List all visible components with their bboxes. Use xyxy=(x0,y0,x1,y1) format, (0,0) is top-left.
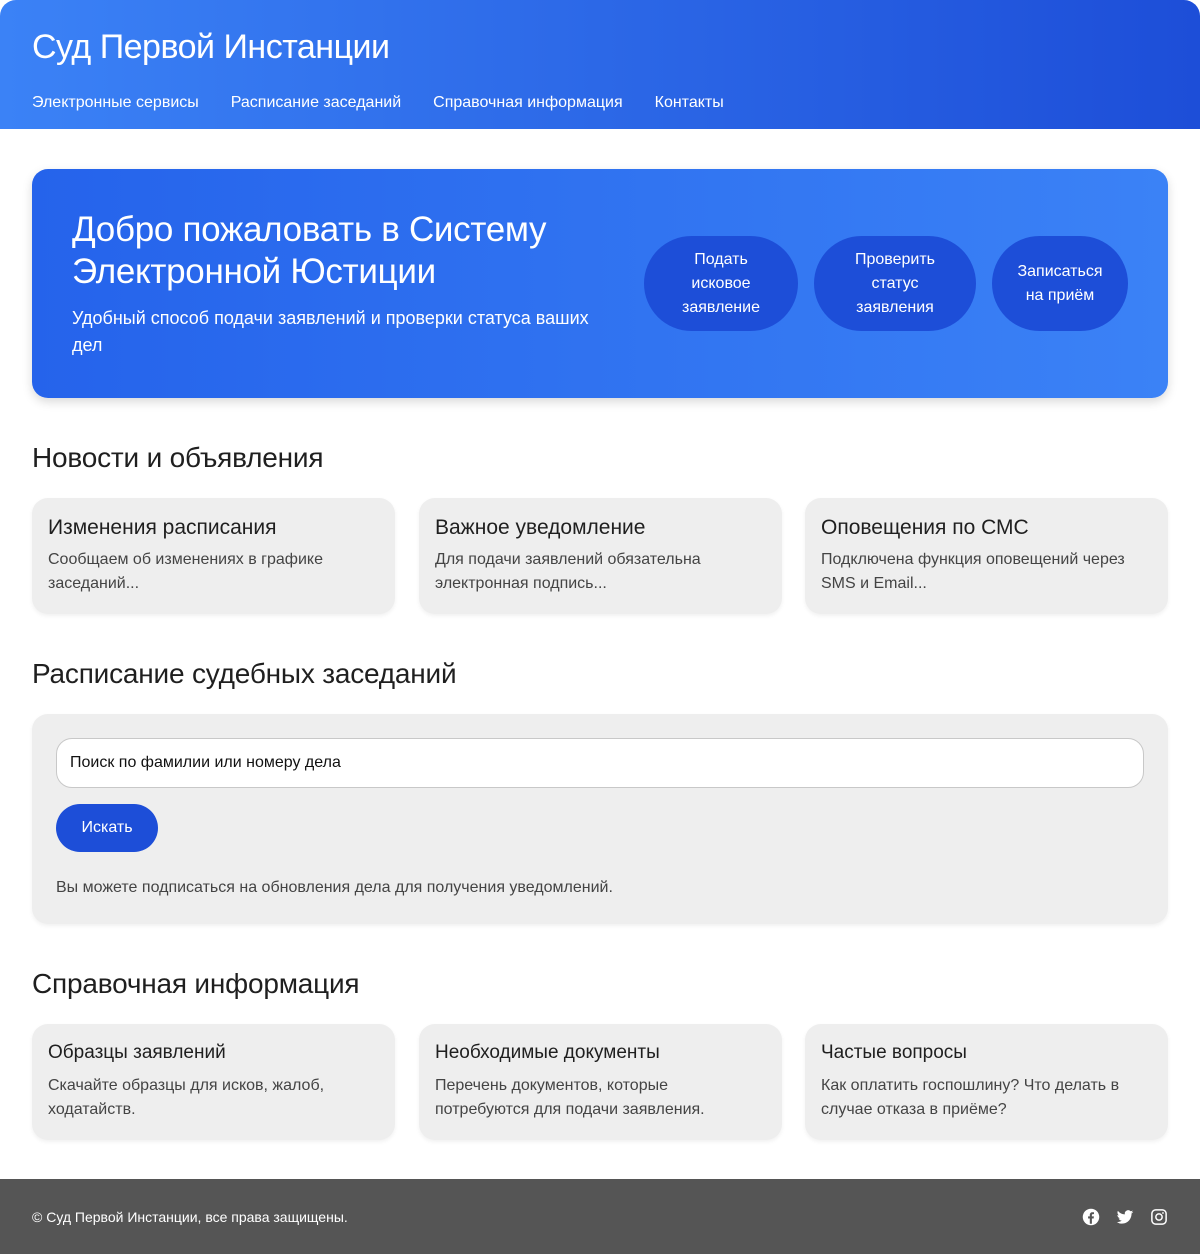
reference-card-text: Перечень документов, которые потребуются… xyxy=(435,1077,705,1118)
schedule-section-title: Расписание судебных заседаний xyxy=(32,658,457,689)
site-title: Суд Первой Инстанции xyxy=(32,28,390,66)
file-claim-button[interactable]: Подать исковое заявление xyxy=(644,236,798,331)
schedule-search-panel: Искать Вы можете подписаться на обновлен… xyxy=(32,714,1168,924)
news-card-text: Подключена функция оповещений через SMS … xyxy=(821,551,1125,592)
reference-card[interactable]: Частые вопросы Как оплатить госпошлину? … xyxy=(805,1024,1168,1140)
site-header: Суд Первой Инстанции Электронные сервисы… xyxy=(0,0,1200,129)
hero-actions: Подать исковое заявление Проверить стату… xyxy=(644,236,1128,331)
nav-contacts[interactable]: Контакты xyxy=(655,93,724,113)
nav-electronic-services[interactable]: Электронные сервисы xyxy=(32,93,199,113)
twitter-icon[interactable] xyxy=(1116,1208,1134,1226)
news-card-text: Для подачи заявлений обязательна электро… xyxy=(435,551,701,592)
news-section-title: Новости и объявления xyxy=(32,442,324,473)
news-card[interactable]: Важное уведомление Для подачи заявлений … xyxy=(419,498,782,614)
nav-schedule[interactable]: Расписание заседаний xyxy=(231,93,401,113)
reference-card-text: Скачайте образцы для исков, жалоб, ходат… xyxy=(48,1077,325,1118)
reference-card[interactable]: Образцы заявлений Скачайте образцы для и… xyxy=(32,1024,395,1140)
news-card-title: Важное уведомление xyxy=(435,516,646,539)
reference-card-title: Образцы заявлений xyxy=(48,1042,226,1063)
reference-card-text: Как оплатить госпошлину? Что делать в сл… xyxy=(821,1077,1120,1118)
case-search-input[interactable] xyxy=(56,738,1144,788)
news-card-text: Сообщаем об изменениях в графике заседан… xyxy=(48,551,323,592)
check-status-button[interactable]: Проверить статус заявления xyxy=(814,236,976,331)
facebook-icon[interactable] xyxy=(1082,1208,1100,1226)
hero-banner: Добро пожаловать в Систему Электронной Ю… xyxy=(32,169,1168,398)
book-appointment-button[interactable]: Записаться на приём xyxy=(992,236,1128,331)
reference-card-title: Частые вопросы xyxy=(821,1042,967,1063)
nav-reference[interactable]: Справочная информация xyxy=(433,93,622,113)
news-card[interactable]: Изменения расписания Сообщаем об изменен… xyxy=(32,498,395,614)
search-button[interactable]: Искать xyxy=(56,804,158,852)
news-card-title: Оповещения по СМС xyxy=(821,516,1029,539)
reference-card[interactable]: Необходимые документы Перечень документо… xyxy=(419,1024,782,1140)
instagram-icon[interactable] xyxy=(1150,1208,1168,1226)
hero-title: Добро пожаловать в Систему Электронной Ю… xyxy=(72,210,547,291)
news-card-title: Изменения расписания xyxy=(48,516,277,539)
main-nav: Электронные сервисы Расписание заседаний… xyxy=(32,93,1168,113)
social-links xyxy=(1082,1208,1168,1226)
news-card[interactable]: Оповещения по СМС Подключена функция опо… xyxy=(805,498,1168,614)
hero-subtitle: Удобный способ подачи заявлений и провер… xyxy=(72,308,589,355)
reference-card-title: Необходимые документы xyxy=(435,1042,660,1063)
subscribe-note: Вы можете подписаться на обновления дела… xyxy=(56,879,613,896)
footer-copyright: © Суд Первой Инстанции, все права защище… xyxy=(32,1208,348,1225)
reference-section-title: Справочная информация xyxy=(32,968,360,999)
site-footer: © Суд Первой Инстанции, все права защище… xyxy=(0,1179,1200,1254)
